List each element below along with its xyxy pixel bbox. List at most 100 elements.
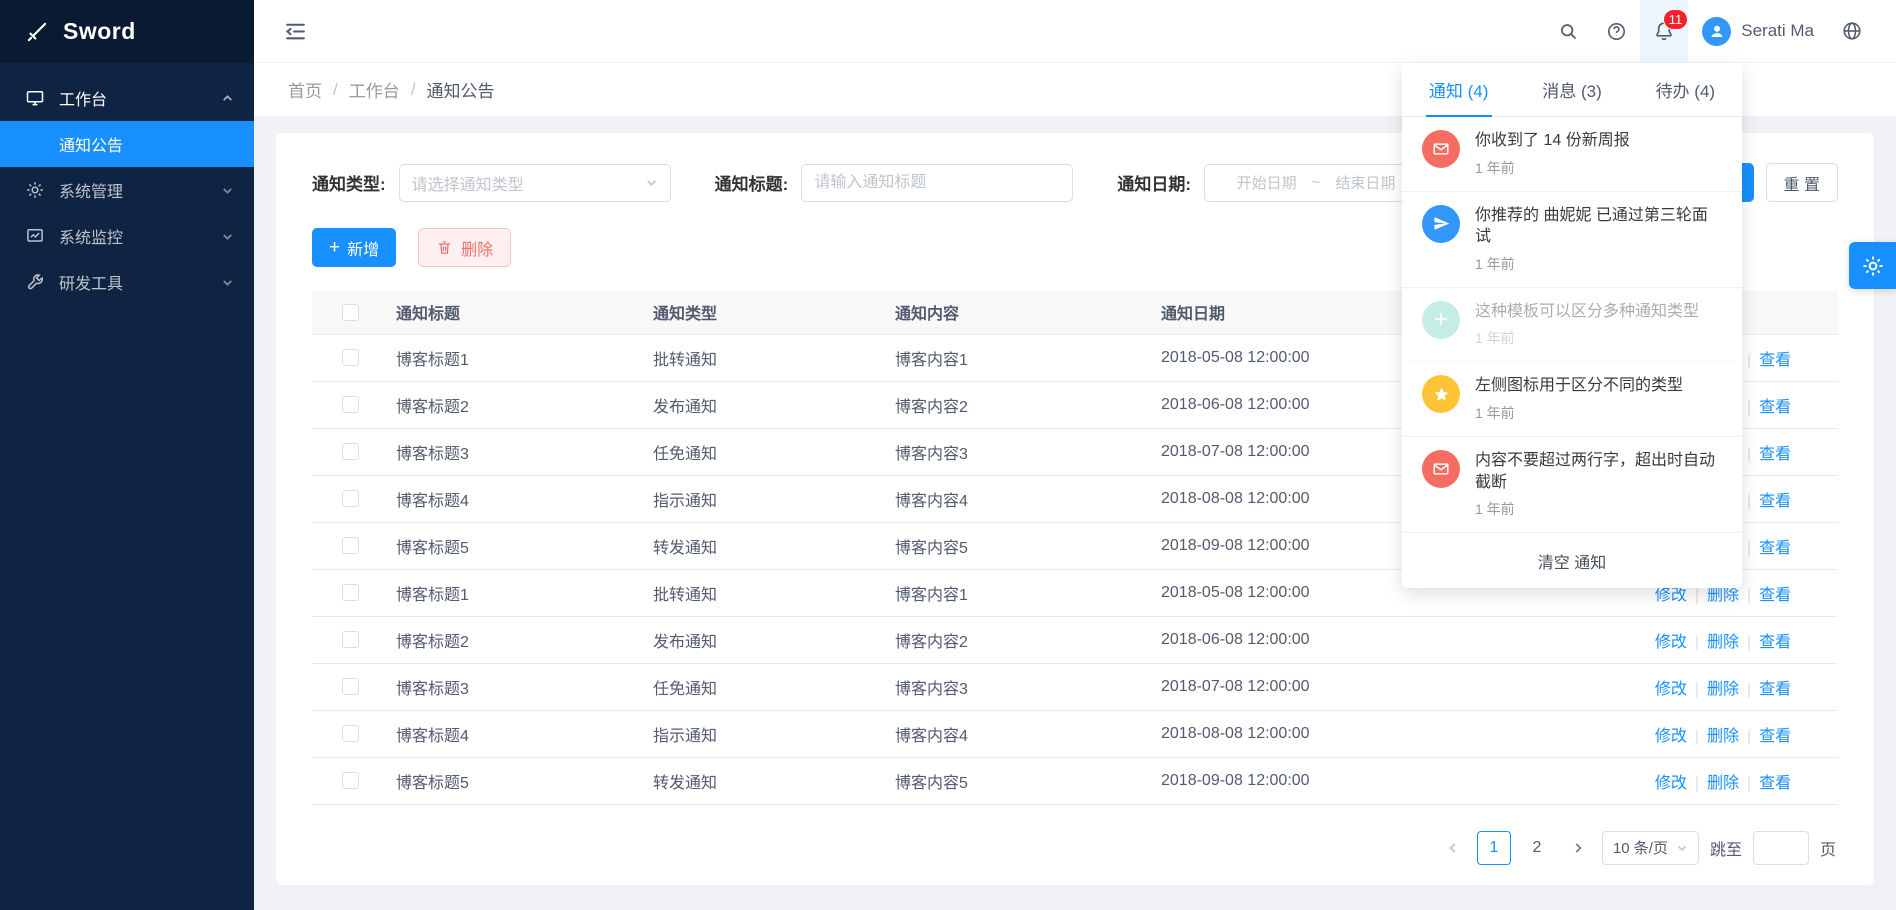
row-checkbox[interactable] — [342, 725, 359, 742]
page-1-button[interactable]: 1 — [1477, 831, 1511, 865]
language-button[interactable] — [1828, 0, 1876, 62]
notification-item[interactable]: + 这种模板可以区分多种通知类型 1 年前 — [1402, 288, 1742, 363]
sidebar-item-notice[interactable]: 通知公告 — [0, 121, 254, 167]
delete-link[interactable]: 删除 — [1707, 728, 1739, 745]
delete-link[interactable]: 删除 — [1707, 775, 1739, 792]
edit-link[interactable]: 修改 — [1655, 634, 1687, 651]
prev-page-button[interactable] — [1438, 831, 1468, 865]
edit-link[interactable]: 修改 — [1655, 681, 1687, 698]
notification-title: 左侧图标用于区分不同的类型 — [1475, 375, 1683, 397]
notice-type-select[interactable]: 请选择通知类型 — [399, 164, 671, 202]
delete-button-label: 删除 — [461, 236, 493, 260]
edit-link[interactable]: 修改 — [1655, 728, 1687, 745]
view-link[interactable]: 查看 — [1759, 446, 1791, 463]
edit-link[interactable]: 修改 — [1655, 775, 1687, 792]
add-button[interactable]: + 新增 — [312, 228, 396, 267]
trash-icon — [436, 239, 453, 256]
filter-notice-title: 通知标题: — [715, 164, 1074, 202]
notification-title: 你收到了 14 份新周报 — [1475, 130, 1630, 152]
notice-title-input[interactable] — [801, 164, 1073, 202]
cell-title: 博客标题1 — [388, 334, 645, 381]
sidebar-item-system-management[interactable]: 系统管理 — [0, 167, 254, 213]
tab-todos[interactable]: 待办 (4) — [1629, 63, 1742, 116]
view-link[interactable]: 查看 — [1759, 775, 1791, 792]
row-checkbox[interactable] — [342, 490, 359, 507]
notifications-button[interactable]: 11 — [1640, 0, 1688, 62]
tab-notifications[interactable]: 通知 (4) — [1402, 63, 1515, 116]
action-separator: | — [1695, 587, 1699, 604]
cell-type: 批转通知 — [645, 334, 887, 381]
delete-link[interactable]: 删除 — [1707, 681, 1739, 698]
notice-title-label: 通知标题: — [715, 170, 789, 195]
notification-item[interactable]: 你收到了 14 份新周报 1 年前 — [1402, 117, 1742, 192]
row-checkbox[interactable] — [342, 584, 359, 601]
row-checkbox[interactable] — [342, 678, 359, 695]
delete-link[interactable]: 删除 — [1707, 587, 1739, 604]
clear-notifications-button[interactable]: 清空 通知 — [1402, 533, 1742, 588]
row-checkbox[interactable] — [342, 396, 359, 413]
gear-icon — [1861, 254, 1885, 278]
view-link[interactable]: 查看 — [1759, 352, 1791, 369]
view-link[interactable]: 查看 — [1759, 399, 1791, 416]
view-link[interactable]: 查看 — [1759, 681, 1791, 698]
logo-text: Sword — [63, 18, 136, 45]
view-link[interactable]: 查看 — [1759, 587, 1791, 604]
app-logo[interactable]: Sword — [0, 0, 254, 63]
cell-type: 任免通知 — [645, 428, 887, 475]
settings-button[interactable] — [1849, 242, 1896, 289]
sidebar-item-dev-tools[interactable]: 研发工具 — [0, 259, 254, 305]
notification-title: 内容不要超过两行字，超出时自动截断 — [1475, 450, 1722, 493]
action-separator: | — [1747, 493, 1751, 510]
cell-content: 博客内容5 — [887, 522, 1153, 569]
delete-link[interactable]: 删除 — [1707, 634, 1739, 651]
chevron-down-icon — [221, 230, 234, 243]
sidebar-collapse-button[interactable] — [276, 12, 314, 50]
view-link[interactable]: 查看 — [1759, 728, 1791, 745]
sword-logo-icon — [24, 19, 50, 45]
globe-icon — [1841, 20, 1863, 42]
chevron-down-icon — [221, 184, 234, 197]
filter-notice-type: 通知类型: 请选择通知类型 — [312, 164, 671, 202]
table-row: 博客标题2 发布通知 博客内容2 2018-06-08 12:00:00 修改|… — [312, 616, 1838, 663]
page-size-select[interactable]: 10 条/页 — [1602, 831, 1699, 865]
sidebar-item-workbench[interactable]: 工作台 — [0, 75, 254, 121]
view-link[interactable]: 查看 — [1759, 634, 1791, 651]
help-button[interactable] — [1592, 0, 1640, 62]
cell-title: 博客标题5 — [388, 757, 645, 804]
sidebar-item-system-monitor[interactable]: 系统监控 — [0, 213, 254, 259]
tab-messages[interactable]: 消息 (3) — [1515, 63, 1628, 116]
page-2-button[interactable]: 2 — [1520, 831, 1554, 865]
view-link[interactable]: 查看 — [1759, 493, 1791, 510]
reset-button[interactable]: 重 置 — [1766, 163, 1838, 202]
action-separator: | — [1695, 681, 1699, 698]
next-page-button[interactable] — [1563, 831, 1593, 865]
action-separator: | — [1747, 352, 1751, 369]
row-checkbox[interactable] — [342, 443, 359, 460]
column-header-content: 通知内容 — [887, 291, 1153, 334]
date-range-picker[interactable]: 开始日期 ~ 结束日期 — [1204, 164, 1428, 202]
row-checkbox[interactable] — [342, 631, 359, 648]
breadcrumb-home[interactable]: 首页 — [288, 77, 322, 102]
user-menu[interactable]: Serati Ma — [1688, 0, 1828, 62]
search-button[interactable] — [1544, 0, 1592, 62]
notification-time: 1 年前 — [1475, 328, 1699, 348]
jump-page-input[interactable] — [1753, 831, 1809, 865]
delete-button[interactable]: 删除 — [418, 228, 511, 267]
table-row: 博客标题5 转发通知 博客内容5 2018-09-08 12:00:00 修改|… — [312, 757, 1838, 804]
wrench-icon — [24, 271, 46, 293]
edit-link[interactable]: 修改 — [1655, 587, 1687, 604]
submenu-label: 通知公告 — [59, 132, 123, 156]
row-checkbox[interactable] — [342, 349, 359, 366]
select-all-checkbox[interactable] — [342, 304, 359, 321]
notification-item[interactable]: 内容不要超过两行字，超出时自动截断 1 年前 — [1402, 437, 1742, 533]
breadcrumb-workbench[interactable]: 工作台 — [349, 77, 400, 102]
cell-title: 博客标题2 — [388, 616, 645, 663]
notification-item[interactable]: 你推荐的 曲妮妮 已通过第三轮面试 1 年前 — [1402, 192, 1742, 288]
search-icon — [1558, 21, 1579, 42]
cell-title: 博客标题2 — [388, 381, 645, 428]
row-checkbox[interactable] — [342, 772, 359, 789]
view-link[interactable]: 查看 — [1759, 540, 1791, 557]
notification-item[interactable]: 左侧图标用于区分不同的类型 1 年前 — [1402, 362, 1742, 437]
action-separator: | — [1747, 587, 1751, 604]
row-checkbox[interactable] — [342, 537, 359, 554]
